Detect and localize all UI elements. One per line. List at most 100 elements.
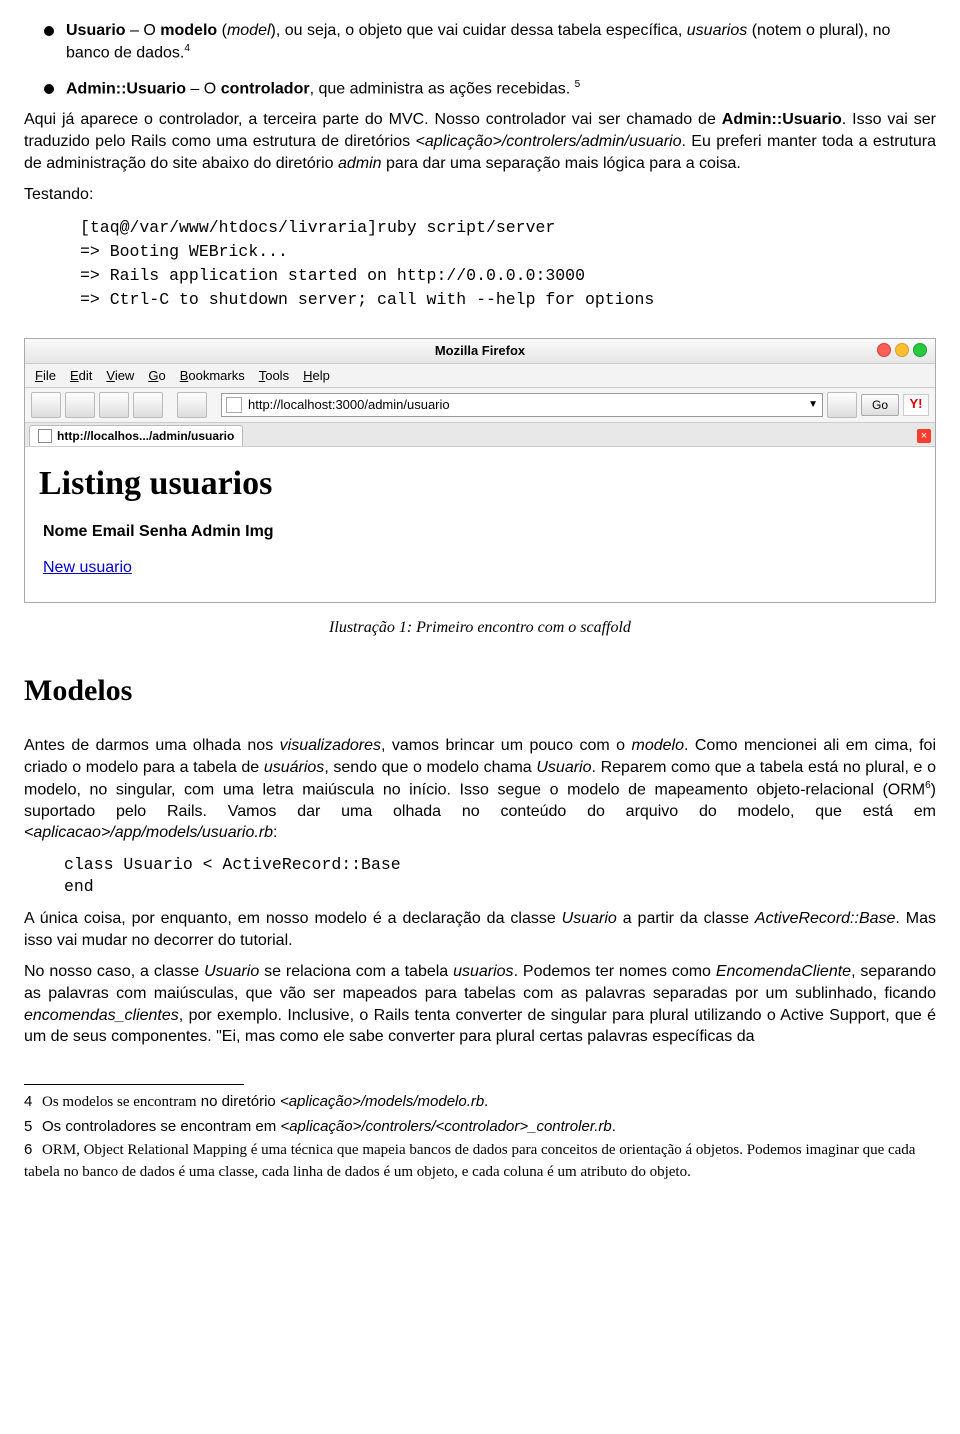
t: : xyxy=(273,824,277,841)
modelos-paragraph: Antes de darmos uma olhada nos visualiza… xyxy=(24,735,936,843)
menu-edit[interactable]: Edit xyxy=(70,367,92,385)
t: visualizadores xyxy=(280,737,381,754)
t: , sendo que o modelo chama xyxy=(324,759,536,776)
go-button[interactable]: Go xyxy=(861,394,899,416)
window-controls[interactable] xyxy=(877,343,927,357)
t: usuarios xyxy=(687,22,747,39)
t: modelo xyxy=(632,737,684,754)
t: Usuario xyxy=(204,963,259,980)
terminal-output: [taq@/var/www/htdocs/livraria]ruby scrip… xyxy=(80,216,936,312)
close-tab-icon[interactable]: × xyxy=(917,429,931,443)
url-text: http://localhost:3000/admin/usuario xyxy=(248,396,802,414)
toolbar: http://localhost:3000/admin/usuario ▼ Go… xyxy=(25,388,935,423)
bullet-body: Usuario – O modelo (model), ou seja, o o… xyxy=(66,20,936,64)
window-titlebar: Mozilla Firefox xyxy=(25,339,935,364)
t: usuários xyxy=(264,759,324,776)
fn-ref-5: 5 xyxy=(575,79,581,90)
footnote-6: 6ORM, Object Relational Mapping é uma té… xyxy=(24,1139,936,1184)
t: ORM, Object Relational Mapping é uma téc… xyxy=(24,1142,915,1180)
t: – O xyxy=(126,22,161,39)
t: Os modelos se encontram xyxy=(42,1094,197,1110)
t: . xyxy=(612,1118,616,1135)
t: encomendas_clientes xyxy=(24,1007,179,1024)
model-code: class Usuario < ActiveRecord::Base end xyxy=(64,854,936,899)
t: No nosso caso, a classe xyxy=(24,963,204,980)
menu-bar[interactable]: File Edit View Go Bookmarks Tools Help xyxy=(25,364,935,389)
testing-label: Testando: xyxy=(24,184,936,206)
model-it: model xyxy=(227,22,271,39)
menu-file[interactable]: File xyxy=(35,367,56,385)
menu-go[interactable]: Go xyxy=(148,367,165,385)
close-icon[interactable] xyxy=(877,343,891,357)
page-content: Listing usuarios Nome Email Senha Admin … xyxy=(25,447,935,602)
t: . Podemos ter nomes como xyxy=(514,963,716,980)
menu-help[interactable]: Help xyxy=(303,367,330,385)
page-icon xyxy=(226,397,242,413)
url-bar[interactable]: http://localhost:3000/admin/usuario ▼ xyxy=(221,393,823,417)
section-modelos: Modelos xyxy=(24,671,936,712)
figure-caption: Ilustração 1: Primeiro encontro com o sc… xyxy=(24,617,936,639)
t: admin xyxy=(338,155,382,172)
minimize-icon[interactable] xyxy=(895,343,909,357)
t: Antes de darmos uma olhada nos xyxy=(24,737,280,754)
label: Usuario xyxy=(66,22,126,39)
t: para dar uma separação mais lógica para … xyxy=(382,155,741,172)
menu-tools[interactable]: Tools xyxy=(259,367,289,385)
tab-active[interactable]: http://localhos.../admin/usuario xyxy=(29,425,243,446)
t: ( xyxy=(217,22,227,39)
t: Usuario xyxy=(562,910,617,927)
t: ActiveRecord::Base xyxy=(755,910,896,927)
bullet-admin: Admin::Usuario – O controlador, que admi… xyxy=(44,78,936,100)
t: Usuario xyxy=(536,759,591,776)
t: usuarios xyxy=(453,963,513,980)
t: EncomendaCliente xyxy=(716,963,851,980)
t: se relaciona com a tabela xyxy=(259,963,453,980)
bullet-body: Admin::Usuario – O controlador, que admi… xyxy=(66,78,936,100)
t: A única coisa, por enquanto, em nosso mo… xyxy=(24,910,562,927)
t: . xyxy=(484,1094,488,1110)
table-header: Nome Email Senha Admin Img xyxy=(43,521,921,543)
tab-label: http://localhos.../admin/usuario xyxy=(57,428,234,444)
home-button[interactable] xyxy=(177,392,207,418)
intro-paragraph: Aqui já aparece o controlador, a terceir… xyxy=(24,109,936,174)
t: no diretório xyxy=(197,1093,280,1110)
browser-screenshot: Mozilla Firefox File Edit View Go Bookma… xyxy=(24,338,936,604)
page-heading: Listing usuarios xyxy=(39,461,921,507)
t: <aplicacao>/app/models/usuario.rb xyxy=(24,824,273,841)
t: ), ou seja, o objeto que vai cuidar dess… xyxy=(271,22,687,39)
footnote-4: 4Os modelos se encontram no diretório <a… xyxy=(24,1091,936,1114)
fn-ref-4: 4 xyxy=(184,43,190,54)
t: <aplicação>/controlers/<controlador>_con… xyxy=(280,1118,611,1135)
ctrl: controlador xyxy=(221,80,310,97)
t: a partir da classe xyxy=(617,910,755,927)
t: <aplicação>/models/modelo.rb xyxy=(280,1093,484,1110)
yahoo-icon[interactable]: Y! xyxy=(903,394,929,416)
bullet-icon xyxy=(44,84,54,94)
after-code-paragraph: A única coisa, por enquanto, em nosso mo… xyxy=(24,908,936,951)
bullet-usuario: Usuario – O modelo (model), ou seja, o o… xyxy=(44,20,936,64)
t: – O xyxy=(186,80,221,97)
path: <aplicação>/controlers/admin/usuario xyxy=(416,133,682,150)
menu-bookmarks[interactable]: Bookmarks xyxy=(180,367,245,385)
t: Os controladores se encontram em xyxy=(42,1118,280,1135)
last-paragraph: No nosso caso, a classe Usuario se relac… xyxy=(24,961,936,1047)
favicon-icon xyxy=(38,429,52,443)
t: Admin::Usuario xyxy=(722,111,842,128)
forward-button[interactable] xyxy=(65,392,95,418)
menu-view[interactable]: View xyxy=(106,367,134,385)
t: Aqui já aparece o controlador, a terceir… xyxy=(24,111,722,128)
footnote-5: 5Os controladores se encontram em <aplic… xyxy=(24,1116,936,1138)
modelo: modelo xyxy=(160,22,217,39)
footnote-separator xyxy=(24,1084,244,1085)
back-button[interactable] xyxy=(31,392,61,418)
search-icon[interactable] xyxy=(827,392,857,418)
window-title: Mozilla Firefox xyxy=(33,342,927,360)
zoom-icon[interactable] xyxy=(913,343,927,357)
new-usuario-link[interactable]: New usuario xyxy=(43,559,132,576)
dropdown-icon[interactable]: ▼ xyxy=(808,398,818,412)
stop-button[interactable] xyxy=(133,392,163,418)
t: , vamos brincar um pouco com o xyxy=(381,737,631,754)
tab-strip: http://localhos.../admin/usuario × xyxy=(25,423,935,447)
reload-button[interactable] xyxy=(99,392,129,418)
t: , que administra as ações recebidas. xyxy=(310,80,575,97)
